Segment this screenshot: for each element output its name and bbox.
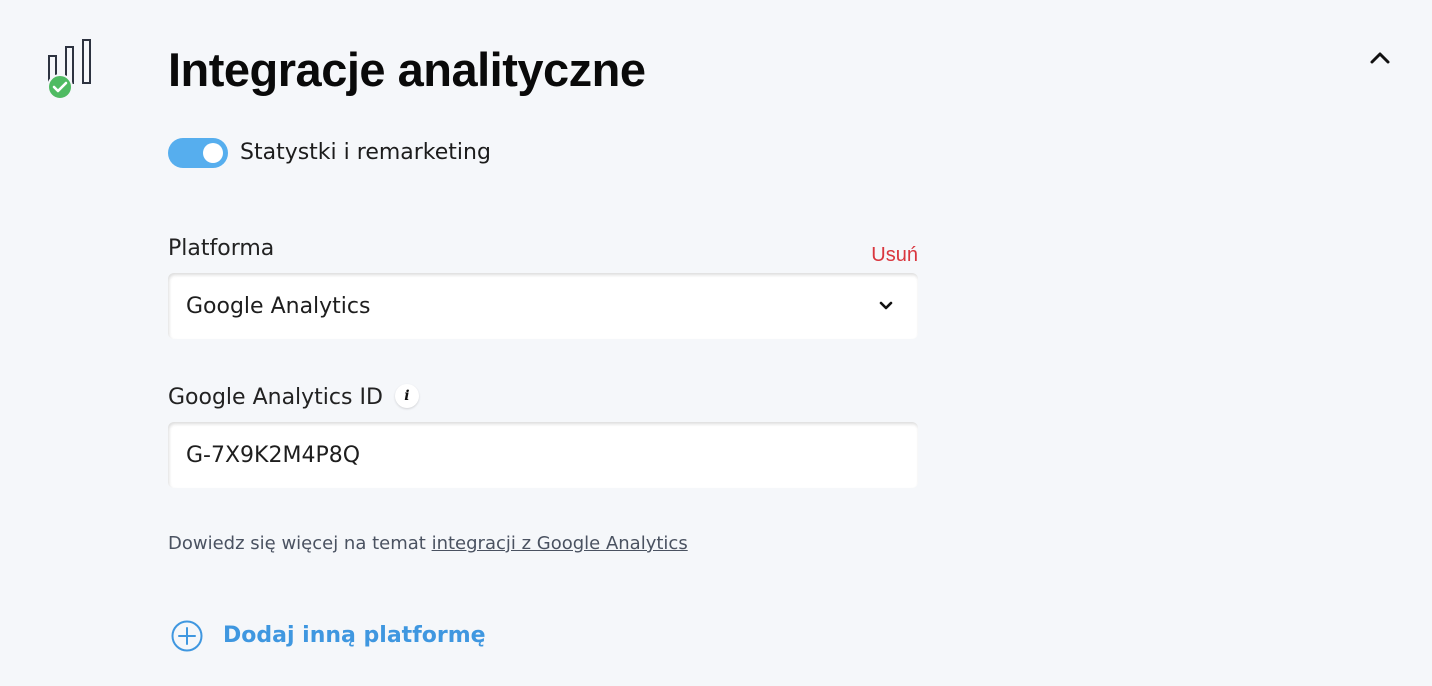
help-text-prefix: Dowiedz się więcej na temat xyxy=(168,533,432,554)
toggle-knob xyxy=(203,143,223,163)
platform-selected-value: Google Analytics xyxy=(186,293,371,319)
info-icon[interactable]: i xyxy=(394,384,419,408)
stats-remarketing-toggle-row: Statystki i remarketing xyxy=(168,136,491,170)
ga-id-label: Google Analytics ID xyxy=(168,385,383,410)
bar-chart-check-icon xyxy=(44,38,100,100)
analytics-integrations-panel: Integracje analityczne Statystki i remar… xyxy=(0,0,1432,686)
toggle-label: Statystki i remarketing xyxy=(240,140,491,165)
help-text: Dowiedz się więcej na temat integracji z… xyxy=(168,531,688,557)
section-title: Integracje analityczne xyxy=(168,43,646,96)
remove-platform-link[interactable]: Usuń xyxy=(840,242,918,268)
ga-id-label-row: Google Analytics ID i xyxy=(168,384,419,412)
chevron-up-icon xyxy=(1370,52,1390,64)
plus-circle-icon xyxy=(171,620,203,652)
chevron-down-icon xyxy=(879,301,893,310)
ga-id-input[interactable] xyxy=(168,422,918,488)
stats-remarketing-toggle[interactable] xyxy=(168,138,228,168)
add-platform-button[interactable]: Dodaj inną platformę xyxy=(170,619,486,653)
add-platform-label: Dodaj inną platformę xyxy=(223,623,486,648)
collapse-section-button[interactable] xyxy=(1364,42,1396,74)
platform-select[interactable]: Google Analytics xyxy=(168,273,918,339)
ga-integration-help-link[interactable]: integracji z Google Analytics xyxy=(432,533,688,554)
platform-label: Platforma xyxy=(168,236,275,261)
